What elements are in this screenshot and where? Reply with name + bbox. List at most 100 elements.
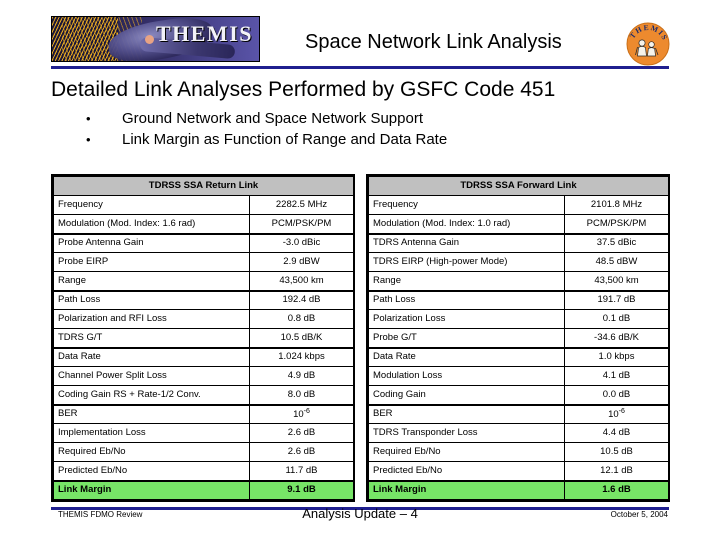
row-label: Range <box>53 271 250 291</box>
row-value: 192.4 dB <box>249 289 354 310</box>
row-label: Coding Gain <box>368 385 565 405</box>
table-row: Modulation (Mod. Index: 1.0 rad) PCM/PSK… <box>368 214 669 234</box>
return-link-table-title: TDRSS SSA Return Link <box>53 176 354 196</box>
row-value: 2.6 dB <box>249 442 354 462</box>
link-margin-row: Link Margin 9.1 dB <box>53 479 354 500</box>
row-value: 12.1 dB <box>564 461 669 481</box>
table-row: Frequency 2282.5 MHz <box>53 195 354 215</box>
table-row: TDRS G/T 10.5 dB/K <box>53 328 354 348</box>
table-row: BER 10-6 <box>53 403 354 424</box>
themis-seal-icon: THEMIS <box>626 22 670 66</box>
table-row: Path Loss 192.4 dB <box>53 289 354 310</box>
row-label: TDRS EIRP (High-power Mode) <box>368 252 565 272</box>
table-row: TDRS Antenna Gain 37.5 dBic <box>368 232 669 253</box>
row-label: TDRS Antenna Gain <box>368 232 565 253</box>
link-margin-row: Link Margin 1.6 dB <box>368 479 669 500</box>
slide-header: THEMIS Space Network Link Analysis THEMI… <box>0 0 720 74</box>
table-row: Range 43,500 km <box>53 271 354 291</box>
row-value: 4.9 dB <box>249 366 354 386</box>
row-label: Implementation Loss <box>53 423 250 443</box>
ber-exponent: -6 <box>618 408 625 416</box>
row-label: Probe Antenna Gain <box>53 232 250 253</box>
table-title-row: TDRSS SSA Forward Link <box>368 176 669 196</box>
row-label: Range <box>368 271 565 291</box>
row-label: Polarization Loss <box>368 309 565 329</box>
table-row: Implementation Loss 2.6 dB <box>53 423 354 443</box>
table-row: Probe EIRP 2.9 dBW <box>53 252 354 272</box>
table-row: Coding Gain 0.0 dB <box>368 385 669 405</box>
row-value: 4.1 dB <box>564 366 669 386</box>
bullet-marker-icon: • <box>86 111 91 126</box>
link-margin-value: 9.1 dB <box>249 479 354 500</box>
table-title-row: TDRSS SSA Return Link <box>53 176 354 196</box>
themis-wordmark: THEMIS <box>155 21 253 46</box>
row-label: Path Loss <box>53 289 250 310</box>
row-value: 0.1 dB <box>564 309 669 329</box>
slide-canvas: THEMIS Space Network Link Analysis THEMI… <box>0 0 720 540</box>
footer-right-text: October 5, 2004 <box>610 510 668 519</box>
table-row: Coding Gain RS + Rate-1/2 Conv. 8.0 dB <box>53 385 354 405</box>
table-row: Data Rate 1.024 kbps <box>53 346 354 367</box>
row-label: Path Loss <box>368 289 565 310</box>
bullet-list: • Ground Network and Space Network Suppo… <box>80 110 640 152</box>
table-row: TDRS Transponder Loss 4.4 dB <box>368 423 669 443</box>
row-label: Required Eb/No <box>53 442 250 462</box>
link-margin-label: Link Margin <box>53 479 250 500</box>
table-row: Frequency 2101.8 MHz <box>368 195 669 215</box>
link-margin-value: 1.6 dB <box>564 479 669 500</box>
table-row: Predicted Eb/No 11.7 dB <box>53 461 354 481</box>
bullet-item: • Ground Network and Space Network Suppo… <box>80 110 640 131</box>
row-value: 2.9 dBW <box>249 252 354 272</box>
row-value: 1.0 kbps <box>564 346 669 367</box>
row-value: PCM/PSK/PM <box>564 214 669 234</box>
subtitle-heading: Detailed Link Analyses Performed by GSFC… <box>51 78 556 101</box>
row-label: Coding Gain RS + Rate-1/2 Conv. <box>53 385 250 405</box>
forward-link-table: TDRSS SSA Forward Link Frequency 2101.8 … <box>366 174 670 502</box>
row-value: 8.0 dB <box>249 385 354 405</box>
table-row: Required Eb/No 10.5 dB <box>368 442 669 462</box>
header-divider-rule <box>51 66 669 69</box>
row-label: Data Rate <box>368 346 565 367</box>
row-label: BER <box>368 403 565 424</box>
row-value: 2.6 dB <box>249 423 354 443</box>
table-row: Required Eb/No 2.6 dB <box>53 442 354 462</box>
row-value: 48.5 dBW <box>564 252 669 272</box>
link-margin-label: Link Margin <box>368 479 565 500</box>
row-value: 191.7 dB <box>564 289 669 310</box>
row-label: TDRS Transponder Loss <box>368 423 565 443</box>
forward-link-table-title: TDRSS SSA Forward Link <box>368 176 669 196</box>
row-label: Probe G/T <box>368 328 565 348</box>
row-label: TDRS G/T <box>53 328 250 348</box>
table-row: Polarization Loss 0.1 dB <box>368 309 669 329</box>
table-row: Modulation Loss 4.1 dB <box>368 366 669 386</box>
row-label: Required Eb/No <box>368 442 565 462</box>
row-value: 37.5 dBic <box>564 232 669 253</box>
row-label: Probe EIRP <box>53 252 250 272</box>
table-row: Probe G/T -34.6 dB/K <box>368 328 669 348</box>
row-value: 10-6 <box>249 403 354 424</box>
row-value: PCM/PSK/PM <box>249 214 354 234</box>
row-value: 10.5 dB <box>564 442 669 462</box>
bullet-marker-icon: • <box>86 132 91 147</box>
row-value: 11.7 dB <box>249 461 354 481</box>
bullet-item: • Link Margin as Function of Range and D… <box>80 131 640 152</box>
banner-probe-highlight <box>145 35 154 44</box>
row-value: -34.6 dB/K <box>564 328 669 348</box>
bullet-item-label: Ground Network and Space Network Support <box>122 110 423 127</box>
row-value: 2282.5 MHz <box>249 195 354 215</box>
row-label: Predicted Eb/No <box>53 461 250 481</box>
row-label: Frequency <box>53 195 250 215</box>
table-row: BER 10-6 <box>368 403 669 424</box>
row-value: 10.5 dB/K <box>249 328 354 348</box>
table-row: Probe Antenna Gain -3.0 dBic <box>53 232 354 253</box>
row-value: 43,500 km <box>249 271 354 291</box>
themis-banner-logo: THEMIS <box>51 16 260 62</box>
row-label: Modulation Loss <box>368 366 565 386</box>
row-label: Predicted Eb/No <box>368 461 565 481</box>
row-value: 2101.8 MHz <box>564 195 669 215</box>
return-link-table: TDRSS SSA Return Link Frequency 2282.5 M… <box>51 174 355 502</box>
row-label: Modulation (Mod. Index: 1.0 rad) <box>368 214 565 234</box>
table-row: Polarization and RFI Loss 0.8 dB <box>53 309 354 329</box>
row-label: BER <box>53 403 250 424</box>
row-label: Polarization and RFI Loss <box>53 309 250 329</box>
